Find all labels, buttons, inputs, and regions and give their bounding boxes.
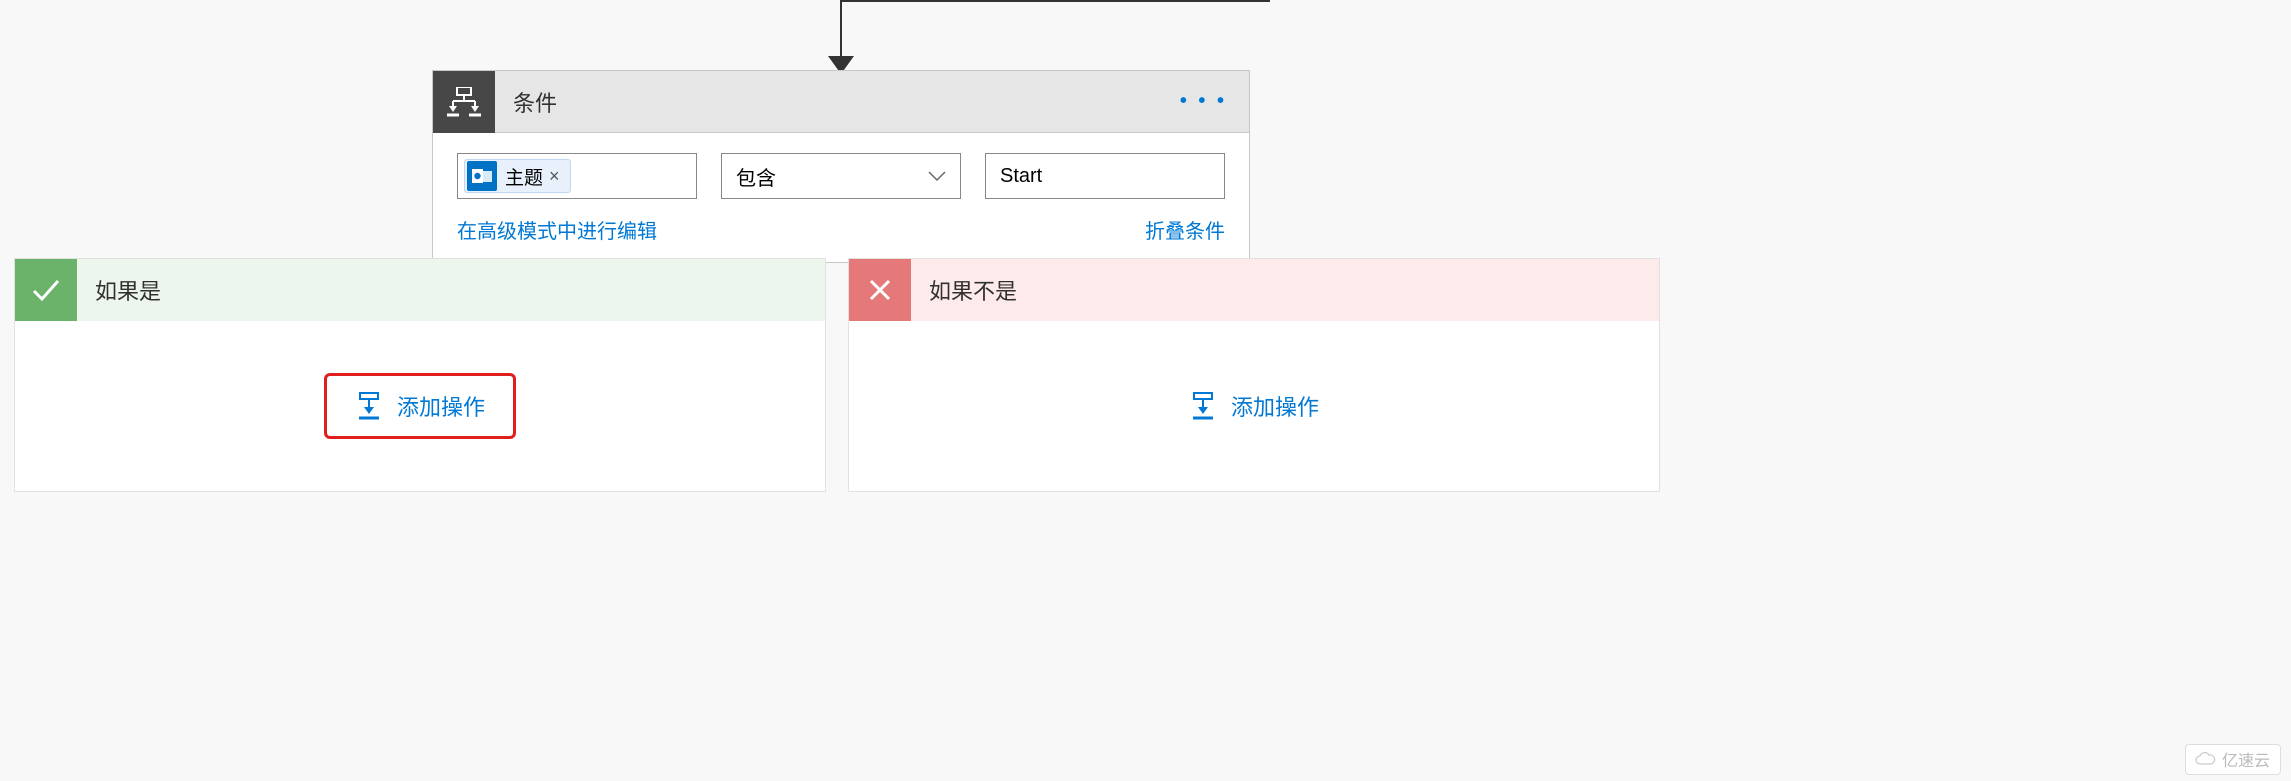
branch-yes: 如果是 添加操作 xyxy=(14,258,826,492)
cross-icon xyxy=(849,259,911,321)
condition-header[interactable]: 条件 • • • xyxy=(433,71,1249,133)
connector-horizontal xyxy=(840,0,1270,2)
branch-no-header[interactable]: 如果不是 xyxy=(849,259,1659,321)
outlook-icon xyxy=(467,161,497,191)
add-action-icon xyxy=(1189,392,1217,420)
branch-no: 如果不是 添加操作 xyxy=(848,258,1660,492)
condition-value-input[interactable] xyxy=(1000,165,1210,188)
branch-yes-body: 添加操作 xyxy=(15,321,825,491)
branch-yes-header[interactable]: 如果是 xyxy=(15,259,825,321)
dynamic-content-token[interactable]: 主题 × xyxy=(464,159,571,193)
add-action-label: 添加操作 xyxy=(397,390,485,422)
condition-title: 条件 xyxy=(495,86,1158,118)
branch-no-body: 添加操作 xyxy=(849,321,1659,491)
branches-container: 如果是 添加操作 xyxy=(14,258,2291,492)
condition-footer-links: 在高级模式中进行编辑 折叠条件 xyxy=(457,215,1225,244)
condition-value-field[interactable] xyxy=(985,153,1225,199)
token-label: 主题 xyxy=(505,163,543,190)
cloud-icon xyxy=(2194,752,2216,766)
watermark: 亿速云 xyxy=(2185,744,2281,775)
token-remove-icon[interactable]: × xyxy=(549,166,560,187)
condition-body: 主题 × 包含 在高级模式中进行编辑 折叠条件 xyxy=(433,133,1249,262)
condition-card: 条件 • • • 主题 × 包含 xyxy=(432,70,1250,263)
condition-left-operand[interactable]: 主题 × xyxy=(457,153,697,199)
condition-operator-select[interactable]: 包含 xyxy=(721,153,961,199)
condition-row: 主题 × 包含 xyxy=(457,153,1225,199)
branch-no-label: 如果不是 xyxy=(911,274,1017,306)
branch-yes-label: 如果是 xyxy=(77,274,161,306)
check-icon xyxy=(15,259,77,321)
condition-icon xyxy=(433,71,495,133)
more-menu-button[interactable]: • • • xyxy=(1158,90,1249,113)
chevron-down-icon xyxy=(928,170,946,182)
edit-advanced-link[interactable]: 在高级模式中进行编辑 xyxy=(457,215,657,244)
collapse-condition-link[interactable]: 折叠条件 xyxy=(1145,215,1225,244)
add-action-yes-button[interactable]: 添加操作 xyxy=(324,373,516,439)
operator-label: 包含 xyxy=(736,162,776,191)
add-action-icon xyxy=(355,392,383,420)
add-action-no-button[interactable]: 添加操作 xyxy=(1167,380,1341,432)
watermark-text: 亿速云 xyxy=(2222,747,2270,771)
add-action-label: 添加操作 xyxy=(1231,390,1319,422)
